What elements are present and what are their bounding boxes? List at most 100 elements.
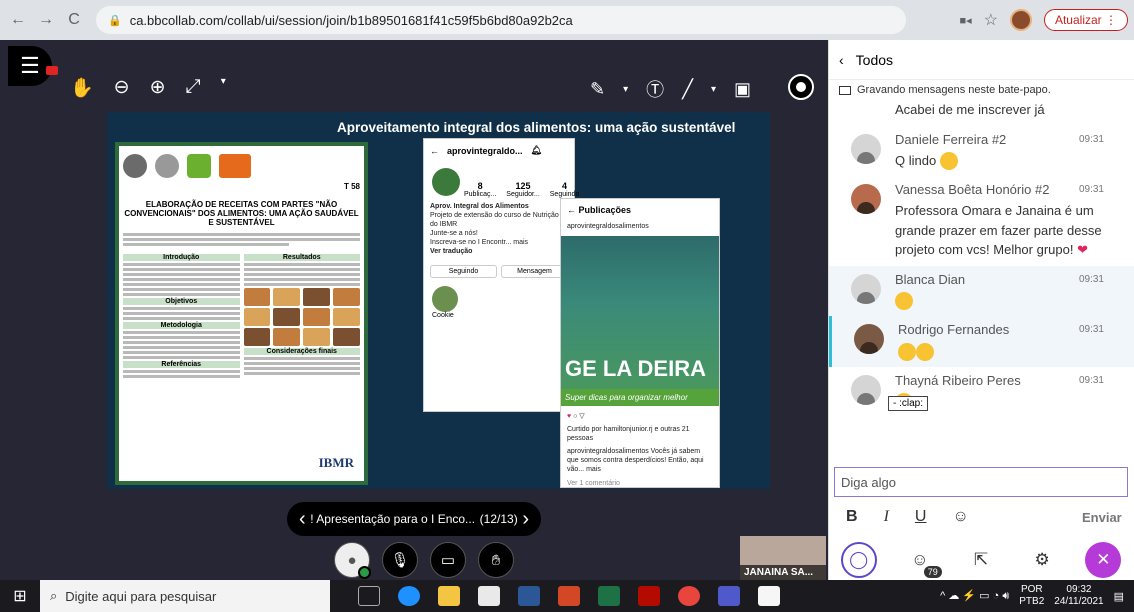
poster-section: Considerações finais bbox=[243, 348, 360, 356]
update-label: Atualizar bbox=[1054, 13, 1102, 27]
keyboard-layout: PTB2 bbox=[1019, 596, 1045, 607]
logo bbox=[155, 154, 179, 178]
teams-icon[interactable] bbox=[718, 586, 740, 606]
poster-section: Resultados bbox=[243, 254, 360, 262]
share-content-tab-icon[interactable]: ⇱ bbox=[963, 542, 999, 578]
close-panel-icon[interactable]: ✕ bbox=[1085, 542, 1122, 578]
video-tile[interactable]: JANAINA SA... bbox=[740, 536, 826, 580]
forward-button[interactable]: → bbox=[34, 8, 58, 32]
profile-header: ← aprovintegraldo... 🔔︎ bbox=[424, 139, 574, 162]
send-button[interactable]: Enviar bbox=[1082, 510, 1122, 525]
previous-slide-button[interactable]: ‹ bbox=[299, 508, 306, 531]
chevron-down-icon[interactable]: ▾ bbox=[623, 84, 628, 95]
settings-tab-icon[interactable]: ⚙ bbox=[1024, 542, 1060, 578]
file-explorer-icon[interactable] bbox=[438, 586, 460, 606]
poster-section: Introdução bbox=[123, 254, 240, 262]
participants-tab-icon[interactable]: ☺ 79 bbox=[902, 542, 942, 578]
text-tool-icon[interactable]: Ⓣ bbox=[646, 76, 664, 102]
poster-section: Objetivos bbox=[123, 298, 240, 306]
address-bar[interactable]: 🔒 ca.bbcollab.com/collab/ui/session/join… bbox=[96, 6, 906, 34]
underline-button[interactable]: U bbox=[915, 508, 927, 526]
camera-icon[interactable]: ■◂ bbox=[959, 14, 971, 27]
recording-note: Gravando mensagens neste bate-papo. bbox=[829, 80, 1134, 100]
back-arrow-icon: ← bbox=[430, 145, 439, 156]
raise-hand-icon[interactable]: ✋︎ bbox=[478, 542, 514, 578]
update-button[interactable]: Atualizar ⋮ bbox=[1043, 9, 1128, 31]
video-tile-name: JANAINA SA... bbox=[740, 565, 826, 580]
word-icon[interactable] bbox=[518, 586, 540, 606]
participants-count: 79 bbox=[923, 566, 942, 578]
pencil-icon[interactable]: ✎ bbox=[590, 79, 605, 100]
bio-line: Junte-se a nós! bbox=[430, 230, 478, 238]
avatar bbox=[851, 184, 881, 215]
task-view-icon[interactable] bbox=[358, 586, 380, 606]
annotation-toolbar: ✎ ▾ Ⓣ ╱ ▾ ▣ bbox=[590, 76, 751, 102]
chat-tab-icon[interactable]: ◯ bbox=[840, 542, 877, 578]
back-chevron-icon[interactable]: ‹ bbox=[839, 52, 844, 68]
windows-start-icon[interactable]: ⊞ bbox=[0, 580, 40, 612]
instagram-profile-screenshot: ← aprovintegraldo... 🔔︎ 8 Publicaç... 125… bbox=[423, 138, 579, 412]
emoji-tooltip: - :clap: bbox=[888, 396, 929, 411]
poster-section: Referências bbox=[123, 361, 240, 369]
chat-title: Todos bbox=[855, 51, 894, 68]
url-text: ca.bbcollab.com/collab/ui/session/join/b… bbox=[129, 12, 573, 28]
back-button[interactable]: ← bbox=[6, 8, 30, 32]
chat-panel: ‹ Todos Gravando mensagens neste bate-pa… bbox=[828, 40, 1134, 580]
edge-icon[interactable] bbox=[398, 586, 420, 606]
acrobat-icon[interactable] bbox=[638, 586, 660, 606]
profile-buttons: Seguindo Mensagem bbox=[424, 261, 574, 282]
profile-bio: Aprov. Integral dos Alimentos Projeto de… bbox=[424, 198, 574, 261]
tray-icons[interactable]: ^ ☁ ⚡ ▭ ◔ 🔊︎ bbox=[940, 589, 1009, 603]
next-slide-button[interactable]: › bbox=[522, 508, 529, 531]
poster-section: Metodologia bbox=[123, 322, 240, 330]
my-status-button[interactable]: ● bbox=[334, 542, 371, 579]
posts-label: Publicaç... bbox=[464, 191, 497, 198]
message-text: Acabei de me inscrever já bbox=[895, 102, 1045, 117]
chrome-icon[interactable] bbox=[678, 586, 700, 606]
avatar bbox=[854, 324, 884, 355]
chat-message: Rodrigo Fernandes 09:31 bbox=[829, 316, 1134, 367]
pdf-reader-icon[interactable] bbox=[758, 586, 780, 606]
system-tray: ^ ☁ ⚡ ▭ ◔ 🔊︎ POR PTB2 09:32 24/11/2021 ▤ bbox=[940, 584, 1134, 609]
line-tool-icon[interactable]: ╱ bbox=[682, 79, 693, 100]
search-icon: ⌕ bbox=[50, 588, 58, 603]
powerpoint-icon[interactable] bbox=[558, 586, 580, 606]
bold-button[interactable]: B bbox=[846, 508, 858, 526]
stop-sharing-button[interactable] bbox=[788, 74, 814, 100]
store-icon[interactable] bbox=[478, 586, 500, 606]
eraser-icon[interactable]: ▣ bbox=[734, 79, 751, 100]
poster-code: T 58 bbox=[343, 182, 360, 191]
fit-screen-icon[interactable]: ⤢ bbox=[186, 76, 201, 100]
notifications-icon[interactable]: ▤ bbox=[1114, 590, 1124, 603]
message-time: 09:31 bbox=[1078, 374, 1104, 386]
reload-button[interactable]: C bbox=[62, 8, 86, 32]
post-actions: ♥ ○ ▽ bbox=[567, 413, 585, 420]
chat-input[interactable]: Diga algo bbox=[834, 467, 1128, 497]
chat-message: Blanca Dian 09:31 bbox=[829, 265, 1134, 317]
post-user: aprovintegraldosalimentos bbox=[567, 223, 649, 230]
poster-image: T 58 ELABORAÇÃO DE RECEITAS COM PARTES "… bbox=[115, 142, 368, 485]
zoom-out-icon[interactable]: ⊖ bbox=[114, 76, 130, 100]
ibmr-logo: IBMR bbox=[318, 455, 354, 470]
microphone-off-icon[interactable]: 🎙︎ bbox=[382, 542, 418, 578]
star-icon[interactable]: ☆ bbox=[984, 10, 998, 30]
posts-count: 8 bbox=[477, 181, 483, 191]
taskbar-search[interactable]: ⌕ Digite aqui para pesquisar bbox=[40, 580, 330, 612]
chevron-down-icon[interactable]: ▾ bbox=[711, 84, 716, 95]
language-indicator[interactable]: POR PTB2 bbox=[1019, 584, 1044, 609]
clock[interactable]: 09:32 24/11/2021 bbox=[1054, 584, 1103, 609]
pan-hand-icon[interactable]: ✋ bbox=[70, 76, 94, 100]
emoji-picker-icon[interactable]: ☺ bbox=[952, 508, 968, 526]
zoom-in-icon[interactable]: ⊕ bbox=[150, 76, 166, 100]
italic-button[interactable]: I bbox=[884, 508, 889, 526]
excel-icon[interactable] bbox=[598, 586, 620, 606]
clap-emoji-icon bbox=[898, 342, 916, 361]
chevron-down-icon[interactable]: ▾ bbox=[221, 76, 226, 100]
camera-off-icon[interactable]: ▭ bbox=[430, 542, 466, 578]
media-controls: ● 🎙︎ ▭ ✋︎ bbox=[334, 542, 514, 579]
chat-message: Daniele Ferreira #2 09:31 Q lindo bbox=[829, 126, 1134, 177]
post-header: ← Publicações bbox=[567, 205, 632, 215]
profile-avatar[interactable] bbox=[1009, 9, 1032, 31]
message-time: 09:31 bbox=[1078, 324, 1104, 336]
poster-logos bbox=[123, 150, 360, 182]
